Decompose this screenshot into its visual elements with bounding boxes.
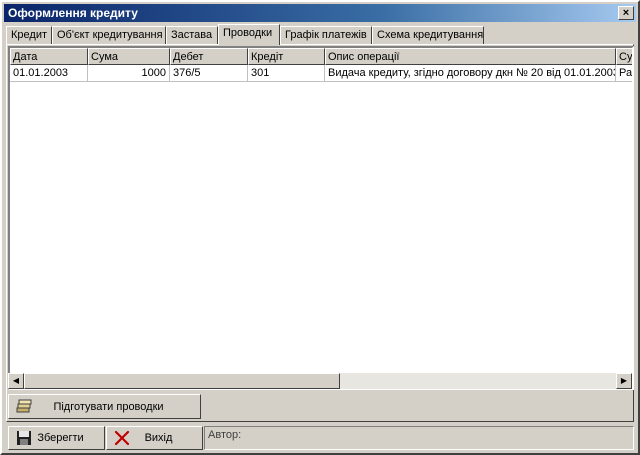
tab-credit-scheme[interactable]: Схема кредитування (372, 26, 484, 44)
button-label: Вихід (144, 432, 173, 444)
tab-postings[interactable]: Проводки (218, 24, 280, 45)
cell-amount: 1000 (88, 65, 170, 82)
button-label: Зберегти (37, 432, 84, 444)
cell-debit: 376/5 (170, 65, 248, 82)
horizontal-scrollbar[interactable]: ◀ ▶ (8, 373, 632, 389)
cell-date: 01.01.2003 (10, 65, 88, 82)
close-icon: × (622, 7, 630, 19)
tab-label: Проводки (223, 27, 273, 39)
tab-label: Графік платежів (285, 29, 367, 41)
column-header-debit[interactable]: Дебет (170, 48, 248, 65)
scroll-left-button[interactable]: ◀ (8, 373, 24, 389)
button-label: Підготувати проводки (53, 400, 164, 413)
floppy-disk-icon (13, 430, 35, 446)
save-button[interactable]: Зберегти (8, 426, 105, 450)
close-button[interactable]: × (618, 6, 634, 20)
tab-payment-schedule[interactable]: Графік платежів (280, 26, 372, 44)
arrow-left-icon: ◀ (12, 376, 20, 385)
postings-table[interactable]: Дата Сума Дебет Кредіт Опис операції Су … (8, 46, 634, 390)
postings-stack-icon (13, 399, 35, 415)
scroll-thumb[interactable] (24, 373, 340, 389)
title-bar[interactable]: Оформлення кредиту × (4, 4, 636, 22)
tab-label: Кредит (11, 29, 48, 41)
tab-label: Схема кредитування (377, 29, 484, 41)
exit-button[interactable]: Вихід (106, 426, 203, 450)
author-label: Автор: (208, 429, 242, 441)
column-header-amount[interactable]: Сума (88, 48, 170, 65)
tab-collateral[interactable]: Застава (166, 26, 218, 44)
cell-description: Видача кредиту, згідно договору дкн № 20… (325, 65, 616, 82)
tab-credit[interactable]: Кредит (6, 26, 52, 44)
column-header-date[interactable]: Дата (10, 48, 88, 65)
column-header-extra[interactable]: Су (616, 48, 632, 65)
tab-label: Об'єкт кредитування (57, 29, 163, 41)
tab-label: Застава (171, 29, 213, 41)
cell-extra: Ра (616, 65, 632, 82)
column-header-credit[interactable]: Кредіт (248, 48, 325, 65)
prepare-postings-button[interactable]: Підготувати проводки (8, 394, 201, 419)
author-status-panel: Автор: (204, 426, 634, 450)
tab-credit-object[interactable]: Об'єкт кредитування (52, 26, 166, 44)
window-title: Оформлення кредиту (8, 6, 138, 20)
arrow-right-icon: ▶ (620, 376, 628, 385)
cell-credit: 301 (248, 65, 325, 82)
scroll-right-button[interactable]: ▶ (616, 373, 632, 389)
red-cross-icon (111, 430, 133, 446)
column-header-description[interactable]: Опис операції (325, 48, 616, 65)
